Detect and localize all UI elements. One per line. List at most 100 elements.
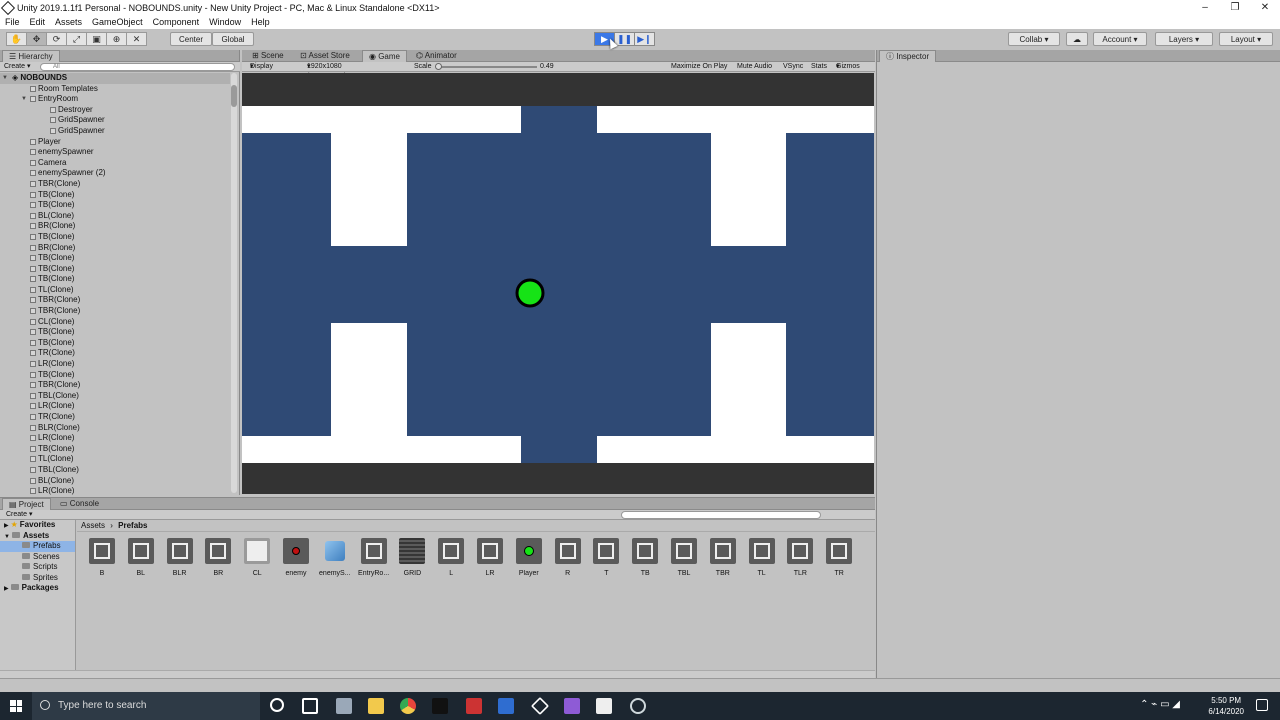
hierarchy-item[interactable]: TBL(Clone) [0,465,230,476]
asset-item[interactable]: R [550,538,586,577]
asset-item[interactable]: EntryRo... [356,538,392,577]
rect-tool-icon[interactable]: ▣ [86,32,107,46]
hierarchy-item[interactable]: TBR(Clone) [0,306,230,317]
asset-item[interactable]: GRID [394,538,430,577]
scale-slider-knob[interactable] [435,63,442,70]
hierarchy-item[interactable]: LR(Clone) [0,359,230,370]
project-tree-item[interactable]: ▶ ★ Favorites [0,520,75,531]
vsync-toggle[interactable]: VSync [783,62,803,72]
asset-item[interactable]: BR [200,538,236,577]
hierarchy-item[interactable]: Camera [0,158,230,169]
scene-root[interactable]: ▼ ◈ NOBOUNDS [0,73,230,84]
project-tree-item[interactable]: ▶ Packages [0,583,75,594]
hierarchy-item[interactable]: BL(Clone) [0,476,230,487]
minimize-button[interactable]: – [1190,0,1220,15]
menu-assets[interactable]: Assets [55,17,82,27]
asset-item[interactable]: enemy [278,538,314,577]
hierarchy-item[interactable]: CL(Clone) [0,317,230,328]
file-explorer-icon[interactable] [368,698,384,714]
hierarchy-item[interactable]: GridSpawner [0,115,230,126]
project-search-input[interactable] [621,511,821,519]
project-tree-item[interactable]: ▼ Assets [0,531,75,542]
layers-dropdown[interactable]: Layers ▾ [1155,32,1213,46]
project-tree-item[interactable]: Sprites [0,573,75,584]
photoshop-icon[interactable] [498,698,514,714]
hierarchy-scrollbar[interactable] [231,73,237,493]
project-tree-item[interactable]: Scenes [0,552,75,563]
space-global-button[interactable]: Global [212,32,254,46]
asset-item[interactable]: L [433,538,469,577]
hierarchy-item[interactable]: enemySpawner (2) [0,168,230,179]
hierarchy-item[interactable]: TB(Clone) [0,232,230,243]
steam-icon[interactable] [630,698,646,714]
pivot-center-button[interactable]: Center [170,32,212,46]
hierarchy-item[interactable]: TBR(Clone) [0,295,230,306]
tab-animator[interactable]: ⌬ Animator [410,50,463,62]
asset-item[interactable]: BLR [162,538,198,577]
hierarchy-item[interactable]: ▼ EntryRoom [0,94,230,105]
account-button[interactable]: Account ▾ [1093,32,1147,46]
asset-item[interactable]: enemyS... [317,538,353,577]
rotate-tool-icon[interactable]: ⟳ [46,32,67,46]
hierarchy-item[interactable]: TBR(Clone) [0,380,230,391]
mute-audio-toggle[interactable]: Mute Audio [737,62,772,72]
hierarchy-item[interactable]: BLR(Clone) [0,423,230,434]
hierarchy-item[interactable]: TL(Clone) [0,454,230,465]
hierarchy-item[interactable]: TB(Clone) [0,200,230,211]
visual-studio-icon[interactable] [564,698,580,714]
tab-scene[interactable]: ⊞ Scene [246,50,290,62]
scale-slider[interactable] [437,66,537,68]
breadcrumb-prefabs[interactable]: Prefabs [118,521,147,530]
hierarchy-item[interactable]: enemySpawner [0,147,230,158]
hierarchy-item[interactable]: TB(Clone) [0,444,230,455]
app-icon[interactable] [336,698,352,714]
asset-item[interactable]: TBL [666,538,702,577]
asset-item[interactable]: LR [472,538,508,577]
tab-hierarchy[interactable]: ☰ Hierarchy [2,50,60,62]
collab-button[interactable]: Collab ▾ [1008,32,1060,46]
hierarchy-item[interactable]: Destroyer [0,105,230,116]
tab-project[interactable]: ▤ Project [2,498,51,510]
hierarchy-item[interactable]: LR(Clone) [0,433,230,444]
project-tree-item[interactable]: Prefabs [0,541,75,552]
hierarchy-item[interactable]: TB(Clone) [0,190,230,201]
asset-item[interactable]: TR [821,538,857,577]
unity-icon[interactable] [530,696,550,716]
menu-help[interactable]: Help [251,17,270,27]
app-icon-2[interactable] [596,698,612,714]
maximize-button[interactable]: ❐ [1220,0,1250,15]
step-icon[interactable]: ▶❙ [634,32,655,46]
hierarchy-search-input[interactable]: All [40,63,235,71]
asset-item[interactable]: CL [239,538,275,577]
menu-window[interactable]: Window [209,17,241,27]
scale-tool-icon[interactable]: ⤢ [66,32,87,46]
hierarchy-item[interactable]: TBR(Clone) [0,179,230,190]
asset-item[interactable]: TB [627,538,663,577]
hierarchy-item[interactable]: TB(Clone) [0,274,230,285]
notification-icon[interactable] [1256,699,1268,711]
hierarchy-item[interactable]: TB(Clone) [0,338,230,349]
project-tree-item[interactable]: Scripts [0,562,75,573]
layout-dropdown[interactable]: Layout ▾ [1219,32,1273,46]
move-tool-icon[interactable]: ✥ [26,32,47,46]
asset-item[interactable]: TLR [782,538,818,577]
close-button[interactable]: ✕ [1250,0,1280,15]
resolution-dropdown[interactable]: 1920x1080 (1920x1080) ▾ [307,62,346,80]
menu-component[interactable]: Component [153,17,200,27]
menu-edit[interactable]: Edit [30,17,46,27]
chrome-icon[interactable] [400,698,416,714]
hierarchy-item[interactable]: LR(Clone) [0,401,230,412]
hierarchy-create-button[interactable]: Create ▾ [4,62,30,72]
hierarchy-item[interactable]: TR(Clone) [0,412,230,423]
taskbar-search-box[interactable]: Type here to search [32,692,260,720]
breadcrumb-assets[interactable]: Assets [81,521,105,530]
mail-icon[interactable] [466,698,482,714]
system-tray[interactable]: ⌃ ⌁ ▭ ◢ [1140,699,1180,710]
asset-item[interactable]: TBR [705,538,741,577]
hierarchy-item[interactable]: TL(Clone) [0,285,230,296]
hierarchy-item[interactable]: TR(Clone) [0,348,230,359]
stats-toggle[interactable]: Stats [811,62,827,72]
custom-tool-icon[interactable]: ✕ [126,32,147,46]
tab-inspector[interactable]: ⓘ Inspector [879,50,937,62]
hierarchy-item[interactable]: TB(Clone) [0,264,230,275]
